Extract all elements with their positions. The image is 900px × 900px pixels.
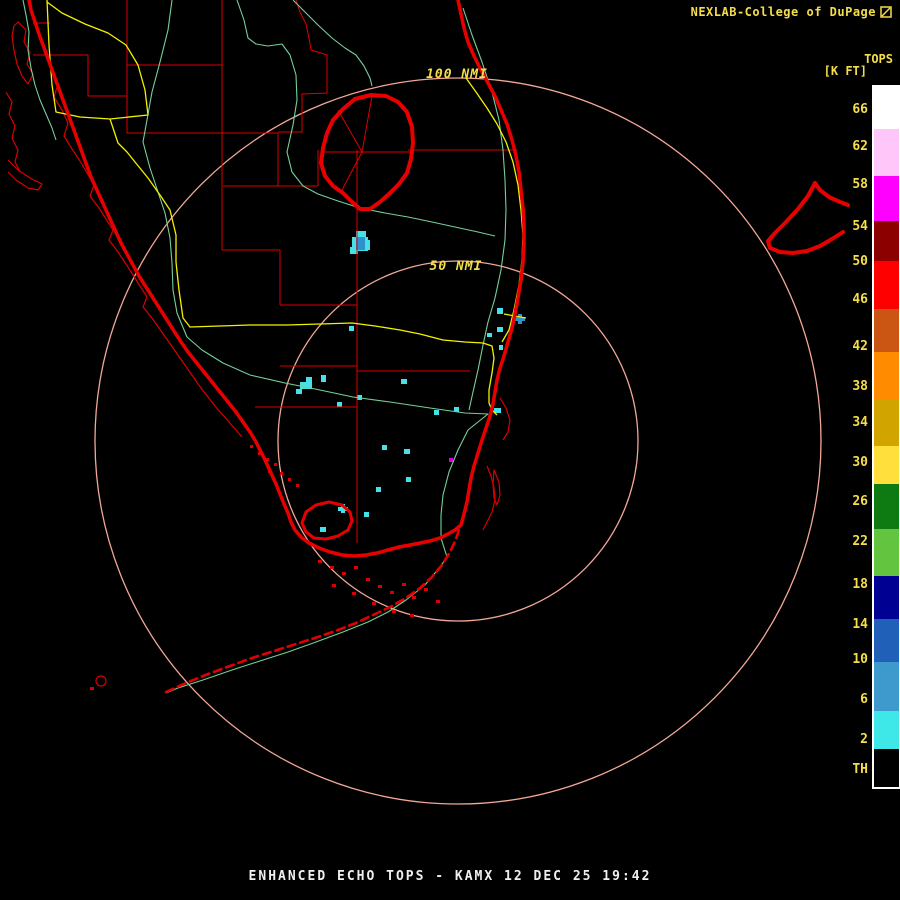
legend-label-62: 62 bbox=[852, 139, 868, 154]
legend-color-bar bbox=[872, 85, 900, 789]
coastal-detail-lines bbox=[5, 21, 511, 687]
legend-title: TOPS bbox=[864, 52, 893, 66]
header: NEXLAB-College of DuPage bbox=[691, 5, 892, 19]
legend-band bbox=[874, 529, 899, 576]
legend-label-10: 10 bbox=[852, 652, 868, 667]
box-diagonal-icon bbox=[880, 6, 892, 18]
legend-label-6: 6 bbox=[860, 692, 868, 707]
legend-band bbox=[874, 261, 899, 309]
legend-label-26: 26 bbox=[852, 494, 868, 509]
range-rings bbox=[94, 77, 822, 805]
radar-display: 100 NMI 50 NMI NEXLAB-College of DuPage … bbox=[0, 0, 900, 900]
legend-band bbox=[874, 484, 899, 529]
legend-band bbox=[874, 221, 899, 261]
legend-band bbox=[874, 176, 899, 221]
legend-label-2: 2 bbox=[860, 732, 868, 747]
legend-label-30: 30 bbox=[852, 455, 868, 470]
legend-label-66: 66 bbox=[852, 102, 868, 117]
site-title: NEXLAB-College of DuPage bbox=[690, 5, 876, 19]
legend-band bbox=[874, 662, 899, 711]
grand-bahama-island-south bbox=[766, 181, 845, 255]
legend-label-TH: TH bbox=[852, 762, 868, 777]
legend-label-54: 54 bbox=[852, 219, 868, 234]
legend-band bbox=[874, 309, 899, 352]
legend-units: [K FT] bbox=[823, 64, 867, 78]
florida-keys bbox=[164, 525, 462, 694]
legend-label-42: 42 bbox=[852, 339, 868, 354]
base-map bbox=[5, 0, 850, 805]
legend-band bbox=[874, 446, 899, 484]
legend-band bbox=[874, 619, 899, 662]
legend-band bbox=[874, 711, 899, 749]
whitewater-bay bbox=[300, 500, 354, 541]
legend-label-18: 18 bbox=[852, 577, 868, 592]
legend-label-38: 38 bbox=[852, 379, 868, 394]
coastline bbox=[27, 0, 850, 694]
legend-label-22: 22 bbox=[852, 534, 868, 549]
legend-label-34: 34 bbox=[852, 415, 868, 430]
legend-label-58: 58 bbox=[852, 177, 868, 192]
legend-band bbox=[874, 399, 899, 446]
mainland-coast bbox=[27, 0, 526, 558]
roads-green bbox=[22, 0, 507, 694]
legend-band bbox=[874, 352, 899, 399]
legend-band bbox=[874, 576, 899, 619]
inner-ring-label: 50 NMI bbox=[429, 259, 483, 274]
roads-yellow bbox=[46, 0, 527, 416]
product-caption: ENHANCED ECHO TOPS - KAMX 12 DEC 25 19:4… bbox=[248, 869, 652, 884]
legend-band bbox=[874, 129, 899, 176]
legend-label-14: 14 bbox=[852, 617, 868, 632]
legend-label-46: 46 bbox=[852, 292, 868, 307]
legend-band bbox=[874, 87, 899, 129]
legend-label-50: 50 bbox=[852, 254, 868, 269]
legend-band bbox=[874, 749, 899, 787]
outer-ring-label: 100 NMI bbox=[426, 67, 488, 82]
